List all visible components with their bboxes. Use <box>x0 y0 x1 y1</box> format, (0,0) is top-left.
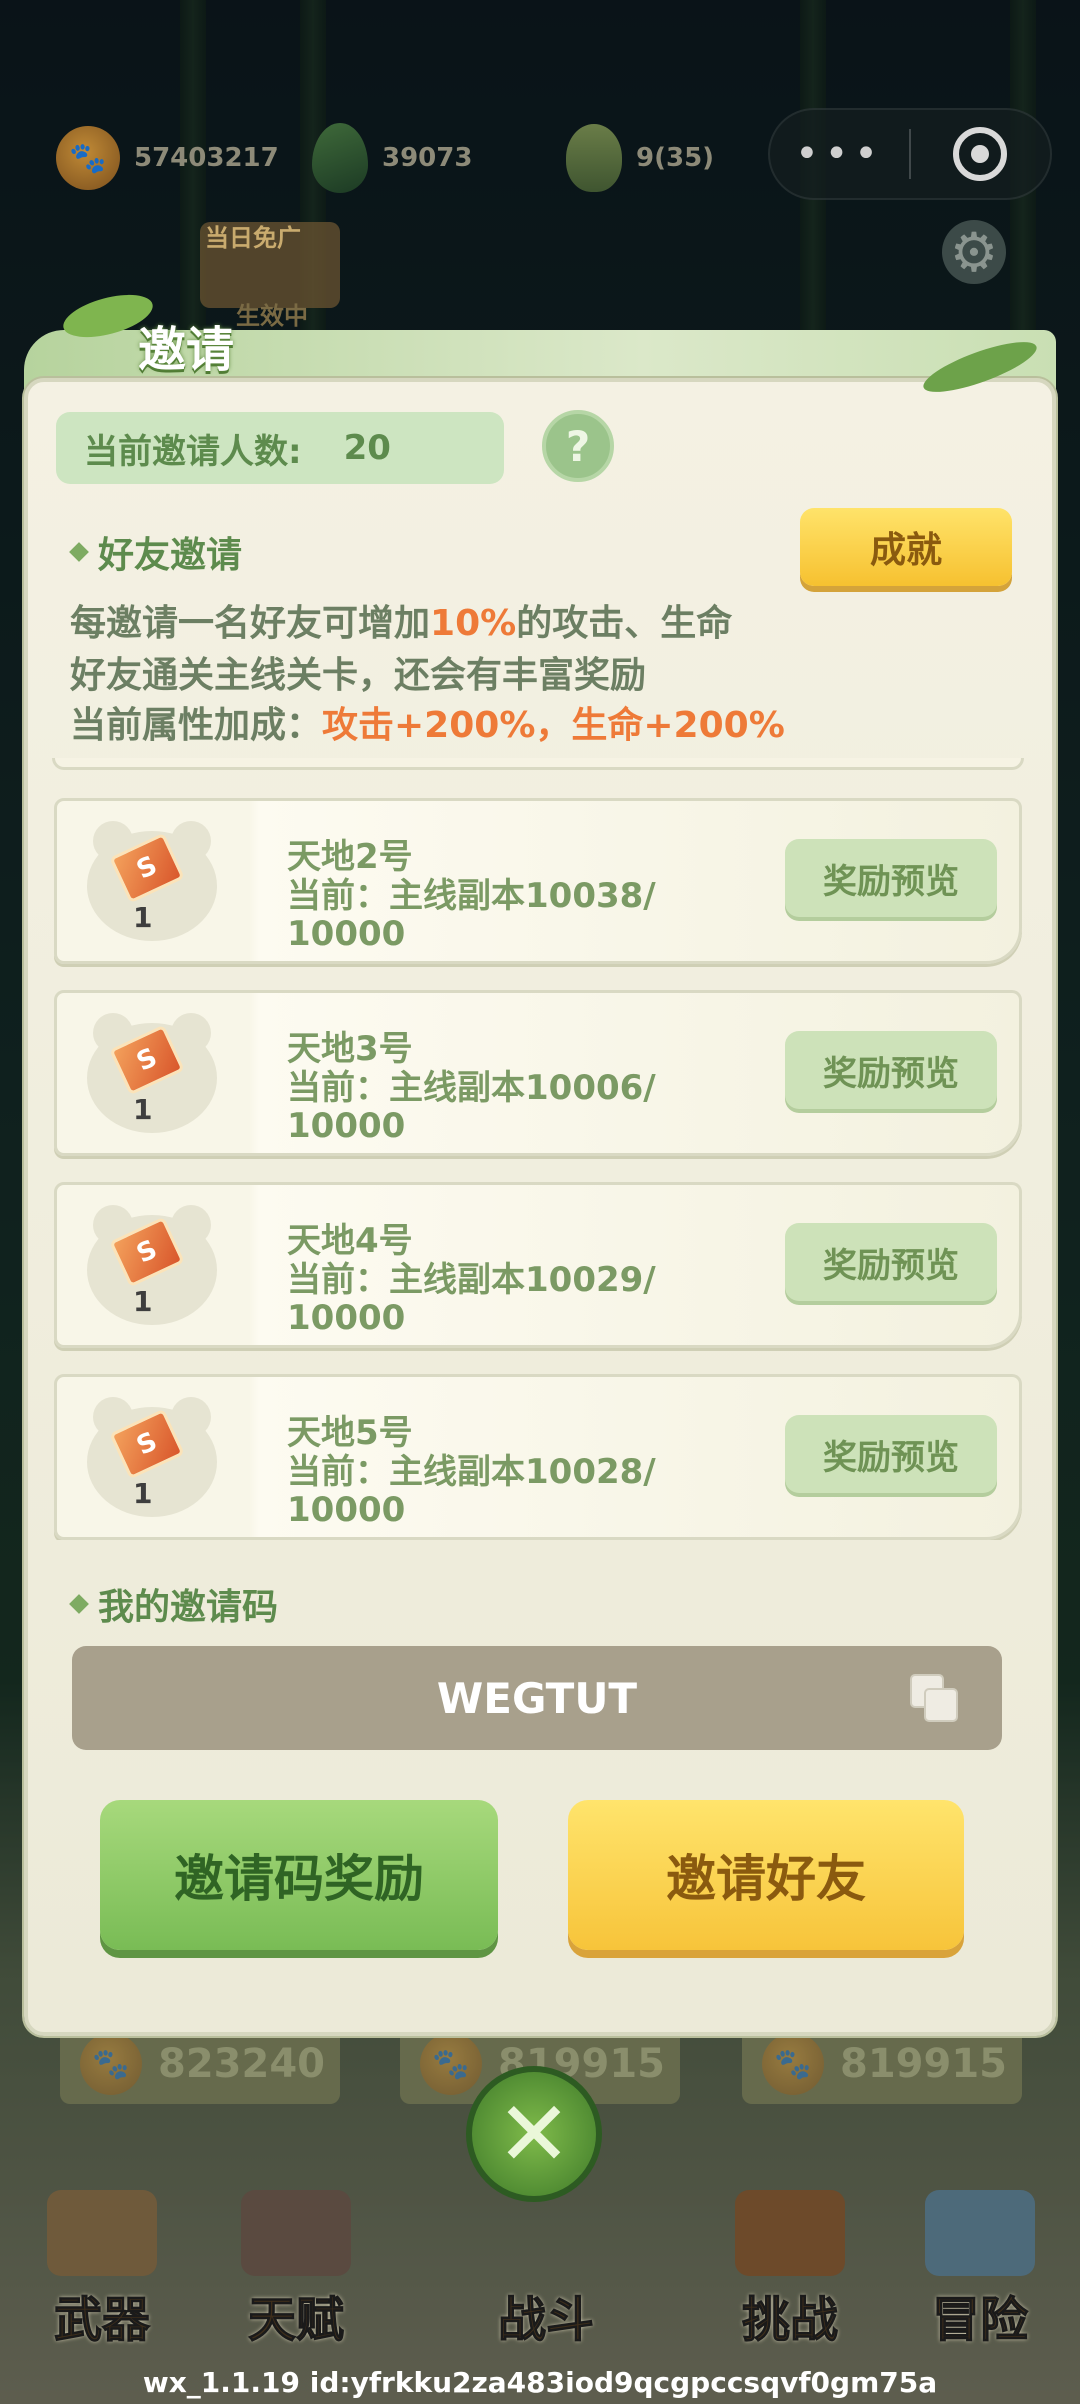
paw-coin-icon: 🐾 <box>56 126 120 190</box>
wood-icon <box>735 2190 845 2276</box>
invite-code-field[interactable]: WEGTUT <box>72 1646 1002 1750</box>
invite-count-value: 20 <box>343 428 391 468</box>
reward-quantity: 1 <box>133 1093 153 1126</box>
nav-battle-label: 战斗 <box>497 2292 594 2349</box>
invite-description-line2: 好友通关主线关卡，还会有丰富奖励 <box>70 655 647 696</box>
nav-talent-label: 天赋 <box>247 2292 344 2349</box>
bonus-label: 当前属性加成： <box>70 705 323 746</box>
friend-progress: 当前：主线副本10038/ 10000 <box>287 876 656 954</box>
nav-challenge[interactable]: 挑战 <box>710 2190 870 2350</box>
target-icon <box>953 127 1008 181</box>
close-miniprogram-button[interactable] <box>911 127 1050 181</box>
bottom-count-value: 823240 <box>158 2041 325 2087</box>
reward-quantity: 1 <box>133 901 153 934</box>
leaf-counter: 39073 <box>312 118 472 198</box>
friend-progress: 当前：主线副本10028/ 10000 <box>287 1452 656 1530</box>
diamond-icon <box>69 542 89 562</box>
daily-ad-free-status: 生效中 <box>236 302 308 330</box>
nav-weapon-label: 武器 <box>53 2292 150 2349</box>
achievement-button[interactable]: 成就 <box>800 508 1012 586</box>
bonus-percent: 10% <box>430 603 517 644</box>
bud-value: 9(35) <box>636 143 715 173</box>
nav-talent[interactable]: 天赋 <box>216 2190 376 2350</box>
daily-ad-free-label: 当日免广 <box>205 224 301 252</box>
friend-progress: 当前：主线副本10006/ 10000 <box>287 1068 656 1146</box>
gear-icon[interactable]: ⚙ <box>942 220 1006 284</box>
leaf-value: 39073 <box>382 143 473 173</box>
map-icon <box>925 2190 1035 2276</box>
panel-title: 邀请 <box>138 322 235 378</box>
friend-name: 天地3号 <box>287 1029 413 1069</box>
nav-challenge-label: 挑战 <box>741 2292 838 2349</box>
bud-counter: 9(35) <box>566 118 714 198</box>
paw-coin-value: 57403217 <box>134 143 279 173</box>
version-text: wx_1.1.19 id:yfrkku2za483iod9qcgpccsqvf0… <box>142 2366 938 2399</box>
miniprogram-capsule: ••• <box>768 108 1052 200</box>
friend-name: 天地4号 <box>287 1221 413 1261</box>
reward-quantity: 1 <box>133 1477 153 1510</box>
diamond-icon <box>69 1594 89 1614</box>
nav-weapon[interactable]: 武器 <box>22 2190 182 2350</box>
bottom-count-box: 🐾 823240 <box>60 2024 340 2104</box>
list-item: S 1 天地5号 当前：主线副本10028/ 10000 奖励预览 <box>54 1374 1022 1540</box>
reward-preview-button[interactable]: 奖励预览 <box>785 1415 997 1493</box>
invite-friend-button[interactable]: 邀请好友 <box>568 1800 964 1950</box>
nav-battle[interactable]: 战斗 <box>466 2190 626 2350</box>
copy-icon[interactable] <box>910 1674 962 1726</box>
reward-quantity: 1 <box>133 1285 153 1318</box>
invite-code-reward-button[interactable]: 邀请码奖励 <box>100 1800 498 1950</box>
book-icon <box>241 2190 351 2276</box>
close-icon: ✕ <box>496 2081 572 2187</box>
friend-name: 天地2号 <box>287 837 413 877</box>
list-item: S 1 天地4号 当前：主线副本10029/ 10000 奖励预览 <box>54 1182 1022 1348</box>
reward-preview-button[interactable]: 奖励预览 <box>785 1031 997 1109</box>
invite-code-section-header: 我的邀请码 <box>69 1578 279 1630</box>
more-menu-button[interactable]: ••• <box>770 108 909 200</box>
bonus-value: 攻击+200%，生命+200% <box>322 705 785 746</box>
friend-progress: 当前：主线副本10029/ 10000 <box>287 1260 656 1338</box>
invite-code-value: WEGTUT <box>436 1673 638 1723</box>
help-button[interactable]: ? <box>542 410 614 482</box>
attribute-bonus-line: 当前属性加成：攻击+200%，生命+200% <box>70 696 785 748</box>
bottom-count-value: 819915 <box>840 2041 1007 2087</box>
invite-description-line1: 每邀请一名好友可增加10%的攻击、生命 <box>70 594 732 646</box>
paw-coin-icon: 🐾 <box>80 2033 142 2095</box>
reward-preview-button[interactable]: 奖励预览 <box>785 1223 997 1301</box>
list-item: S 1 天地2号 当前：主线副本10038/ 10000 奖励预览 <box>54 798 1022 964</box>
leaf-icon <box>312 123 368 193</box>
desc-text: 的攻击、生命 <box>516 603 733 644</box>
nav-adventure[interactable]: 冒险 <box>900 2190 1060 2350</box>
desc-text: 每邀请一名好友可增加 <box>70 603 431 644</box>
axe-icon <box>47 2190 157 2276</box>
friends-section-title: 好友邀请 <box>98 535 243 576</box>
bamboo-shoot-icon <box>566 124 622 192</box>
nav-adventure-label: 冒险 <box>931 2292 1028 2349</box>
list-item-partial <box>52 758 1024 770</box>
reward-preview-button[interactable]: 奖励预览 <box>785 839 997 917</box>
invite-count-box: 当前邀请人数: 20 <box>56 412 504 484</box>
friend-name: 天地5号 <box>287 1413 413 1453</box>
list-item: S 1 天地3号 当前：主线副本10006/ 10000 奖励预览 <box>54 990 1022 1156</box>
invite-count-label: 当前邀请人数: <box>84 431 302 472</box>
friends-section-header: 好友邀请 <box>69 526 243 578</box>
close-panel-button[interactable]: ✕ <box>466 2066 602 2202</box>
friend-list[interactable]: S 1 天地2号 当前：主线副本10038/ 10000 奖励预览 S 1 天地… <box>52 758 1024 1540</box>
invite-code-section-title: 我的邀请码 <box>98 1587 279 1628</box>
paw-coin-icon: 🐾 <box>762 2033 824 2095</box>
paw-coin-counter: 🐾 57403217 <box>56 118 279 198</box>
scroll-icon <box>491 2190 601 2276</box>
bottom-count-box: 🐾 819915 <box>742 2024 1022 2104</box>
paw-coin-icon: 🐾 <box>420 2033 482 2095</box>
